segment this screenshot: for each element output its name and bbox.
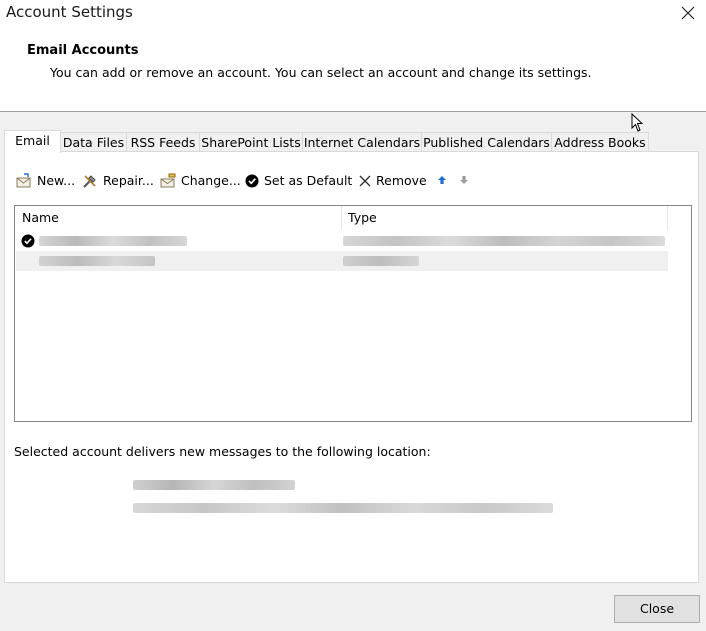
dialog-header: Email Accounts You can add or remove an … — [0, 30, 706, 112]
title-bar: Account Settings — [0, 0, 706, 30]
arrow-up-icon — [438, 176, 446, 184]
remove-x-icon — [359, 175, 371, 187]
new-account-button[interactable]: New... — [16, 171, 76, 191]
move-down-button[interactable] — [459, 171, 473, 191]
column-separator[interactable] — [341, 206, 342, 230]
remove-label: Remove — [376, 173, 427, 188]
change-label: Change... — [181, 173, 241, 188]
close-button[interactable]: Close — [614, 595, 700, 623]
new-account-icon — [16, 173, 31, 188]
default-account-check-icon — [21, 234, 35, 248]
repair-tools-icon — [83, 175, 96, 188]
delivery-location-label: Selected account delivers new messages t… — [14, 444, 431, 459]
close-icon[interactable] — [676, 2, 700, 24]
redacted-location-path — [133, 503, 553, 513]
tab-data-files[interactable]: Data Files — [60, 132, 127, 152]
redacted-account-name — [39, 236, 187, 246]
change-settings-icon — [160, 173, 176, 188]
redacted-account-type — [343, 236, 665, 246]
mouse-cursor-icon — [631, 113, 644, 132]
set-default-label: Set as Default — [264, 173, 353, 188]
tab-rss-feeds[interactable]: RSS Feeds — [126, 132, 200, 152]
accounts-list[interactable]: Name Type — [14, 205, 692, 422]
repair-button[interactable]: Repair... — [82, 171, 154, 191]
window-title: Account Settings — [6, 3, 133, 21]
move-up-button[interactable] — [437, 171, 451, 191]
arrow-down-icon — [460, 176, 468, 184]
repair-label: Repair... — [103, 173, 154, 188]
tab-email[interactable]: Email — [4, 130, 61, 153]
column-header-type[interactable]: Type — [348, 206, 377, 230]
change-button[interactable]: Change... — [160, 171, 241, 191]
set-as-default-button[interactable]: Set as Default — [245, 171, 353, 191]
table-row[interactable] — [16, 231, 668, 251]
new-label: New... — [37, 173, 76, 188]
table-row[interactable] — [16, 251, 668, 271]
checkmark-circle-icon — [245, 174, 259, 188]
tab-sharepoint-lists[interactable]: SharePoint Lists — [199, 132, 303, 152]
redacted-account-name — [39, 256, 155, 266]
remove-button[interactable]: Remove — [358, 171, 427, 191]
header-title: Email Accounts — [27, 43, 139, 58]
column-header-name[interactable]: Name — [22, 206, 59, 230]
tab-published-calendars[interactable]: Published Calendars — [421, 132, 552, 152]
tab-internet-calendars[interactable]: Internet Calendars — [302, 132, 422, 152]
header-subtitle: You can add or remove an account. You ca… — [50, 65, 592, 80]
redacted-location-name — [133, 480, 295, 490]
tab-address-books[interactable]: Address Books — [551, 132, 649, 152]
column-separator[interactable] — [667, 206, 668, 230]
redacted-account-type — [343, 256, 419, 266]
